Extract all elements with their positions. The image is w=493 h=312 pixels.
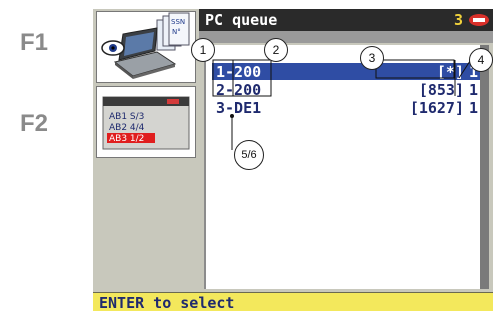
callout-5-6: 5/6: [234, 140, 264, 170]
callout-1: 1: [191, 38, 215, 62]
callout-3-box: [375, 59, 455, 79]
callout-2: 2: [264, 38, 288, 62]
callout-5-6-dot: [230, 114, 234, 118]
callout-3: 3: [360, 46, 384, 70]
callout-1-box: [212, 59, 234, 97]
callout-4: 4: [469, 48, 493, 72]
callout-4-leader: [458, 60, 471, 79]
callout-2-box: [232, 59, 272, 97]
